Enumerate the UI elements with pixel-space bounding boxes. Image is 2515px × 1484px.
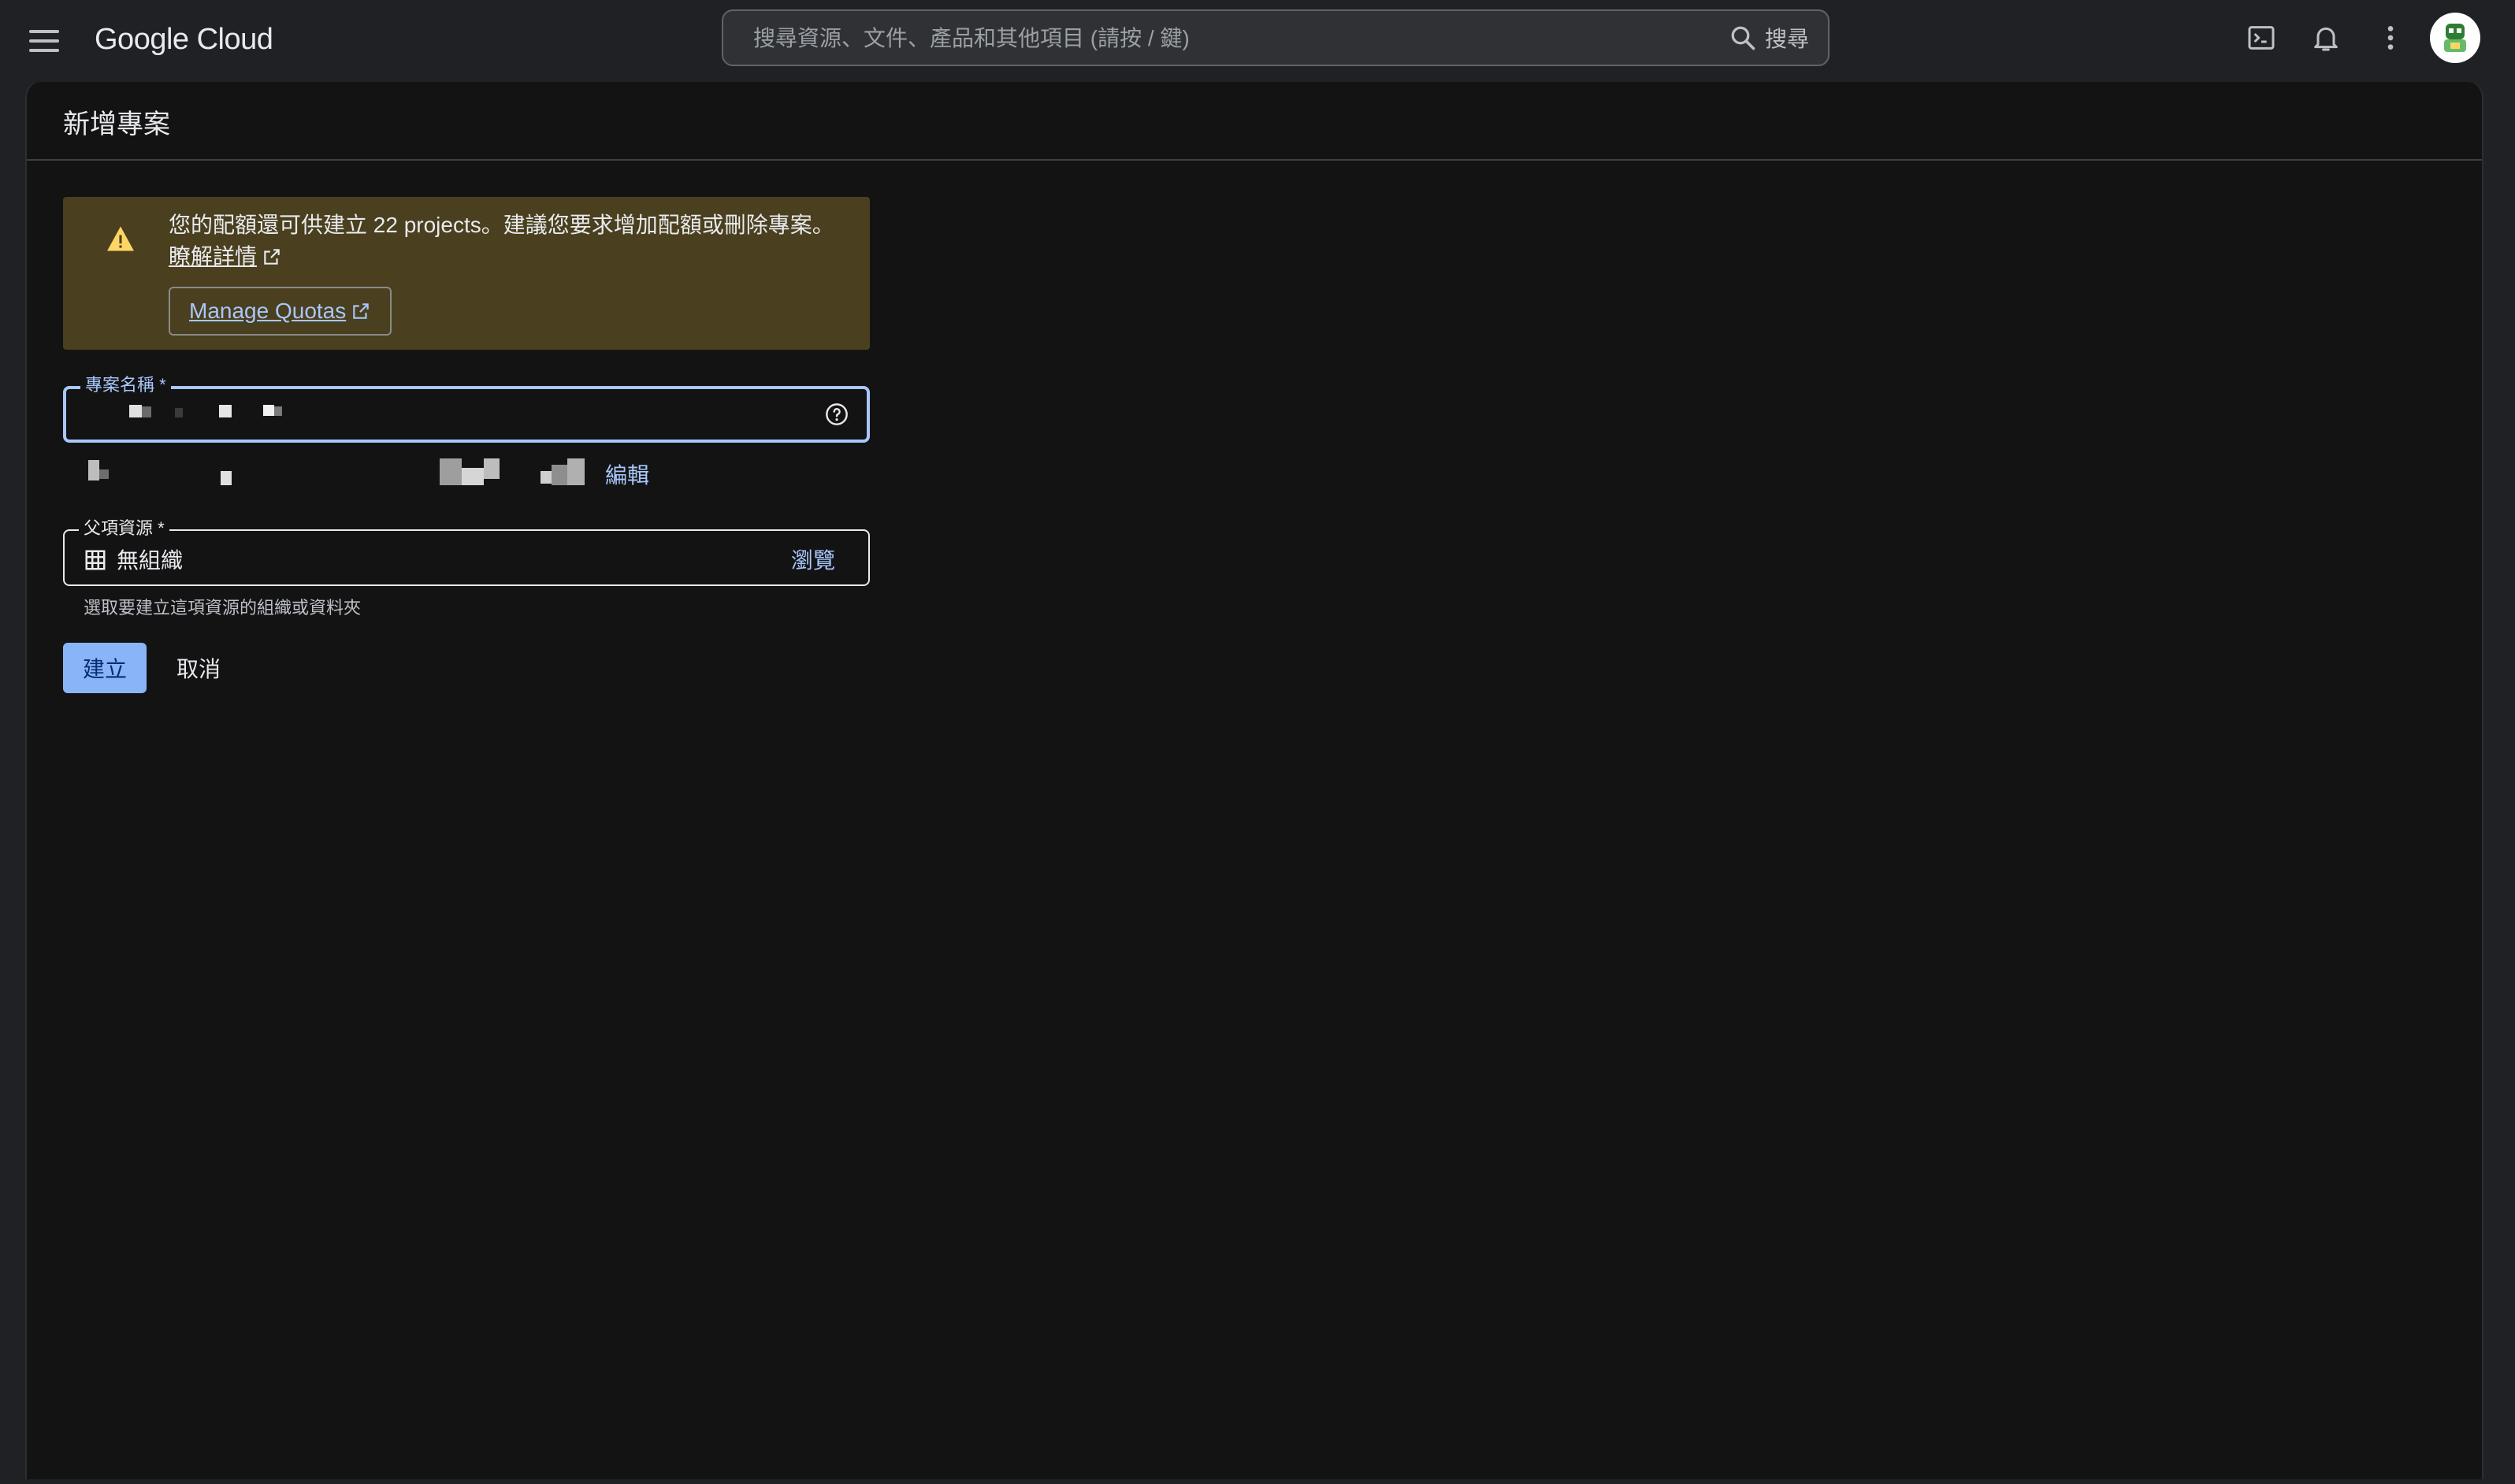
warning-icon [107, 226, 134, 251]
search-button[interactable]: 搜尋 [1729, 20, 1809, 55]
external-link-icon [264, 249, 280, 265]
terminal-icon [2248, 26, 2275, 50]
learn-more-link[interactable]: 瞭解詳情 [169, 241, 282, 273]
search-input[interactable] [752, 11, 1685, 66]
parent-resource-label: 父項資源 * [79, 518, 169, 539]
notifications-button[interactable] [2301, 13, 2351, 63]
hamburger-icon-line [29, 30, 59, 33]
quota-warning-banner: 您的配額還可供建立 22 projects。建議您要求增加配額或刪除專案。 瞭解… [63, 197, 870, 350]
avatar-icon [2433, 16, 2477, 60]
search-icon [1731, 26, 1755, 50]
parent-resource-value: 無組織 [117, 548, 184, 573]
quota-message: 您的配額還可供建立 22 projects。建議您要求增加配額或刪除專案。 [169, 213, 834, 237]
parent-resource-field[interactable]: 父項資源 * 無組織 瀏覽 [63, 518, 870, 586]
more-vert-icon [2387, 26, 2394, 50]
project-name-label: 專案名稱 * [80, 375, 171, 395]
hamburger-icon-line [29, 39, 59, 43]
cancel-button[interactable]: 取消 [165, 643, 232, 693]
parent-resource-helper-text: 選取要建立這項資源的組織或資料夾 [84, 598, 362, 618]
create-button[interactable]: 建立 [63, 643, 147, 693]
search-button-label: 搜尋 [1764, 27, 1809, 51]
external-link-icon [353, 303, 369, 319]
header-divider [27, 159, 2482, 161]
learn-more-label: 瞭解詳情 [169, 244, 258, 269]
top-bar-actions [2236, 13, 2480, 63]
more-options-button[interactable] [2365, 13, 2416, 63]
main-menu-button[interactable] [20, 17, 68, 65]
account-avatar[interactable] [2430, 13, 2480, 63]
manage-quotas-button[interactable]: Manage Quotas [169, 287, 392, 336]
search-bar[interactable]: 搜尋 [722, 9, 1830, 66]
project-name-field[interactable]: 專案名稱 * [63, 375, 870, 443]
top-app-bar: Google Cloud 搜尋 [0, 0, 2515, 82]
organization-icon [85, 550, 106, 570]
google-cloud-logo[interactable]: Google Cloud [95, 19, 273, 60]
hamburger-icon-line [29, 49, 59, 52]
browse-button[interactable]: 瀏覽 [791, 544, 835, 575]
manage-quotas-label: Manage Quotas [189, 299, 347, 323]
page-title: 新增專案 [63, 109, 170, 139]
cloud-shell-button[interactable] [2236, 13, 2287, 63]
main-panel: 新增專案 您的配額還可供建立 22 projects。建議您要求增加配額或刪除專… [25, 82, 2483, 1479]
edit-project-id-link[interactable]: 編輯 [605, 458, 649, 490]
help-icon[interactable] [824, 402, 849, 427]
bell-icon [2314, 27, 2338, 51]
